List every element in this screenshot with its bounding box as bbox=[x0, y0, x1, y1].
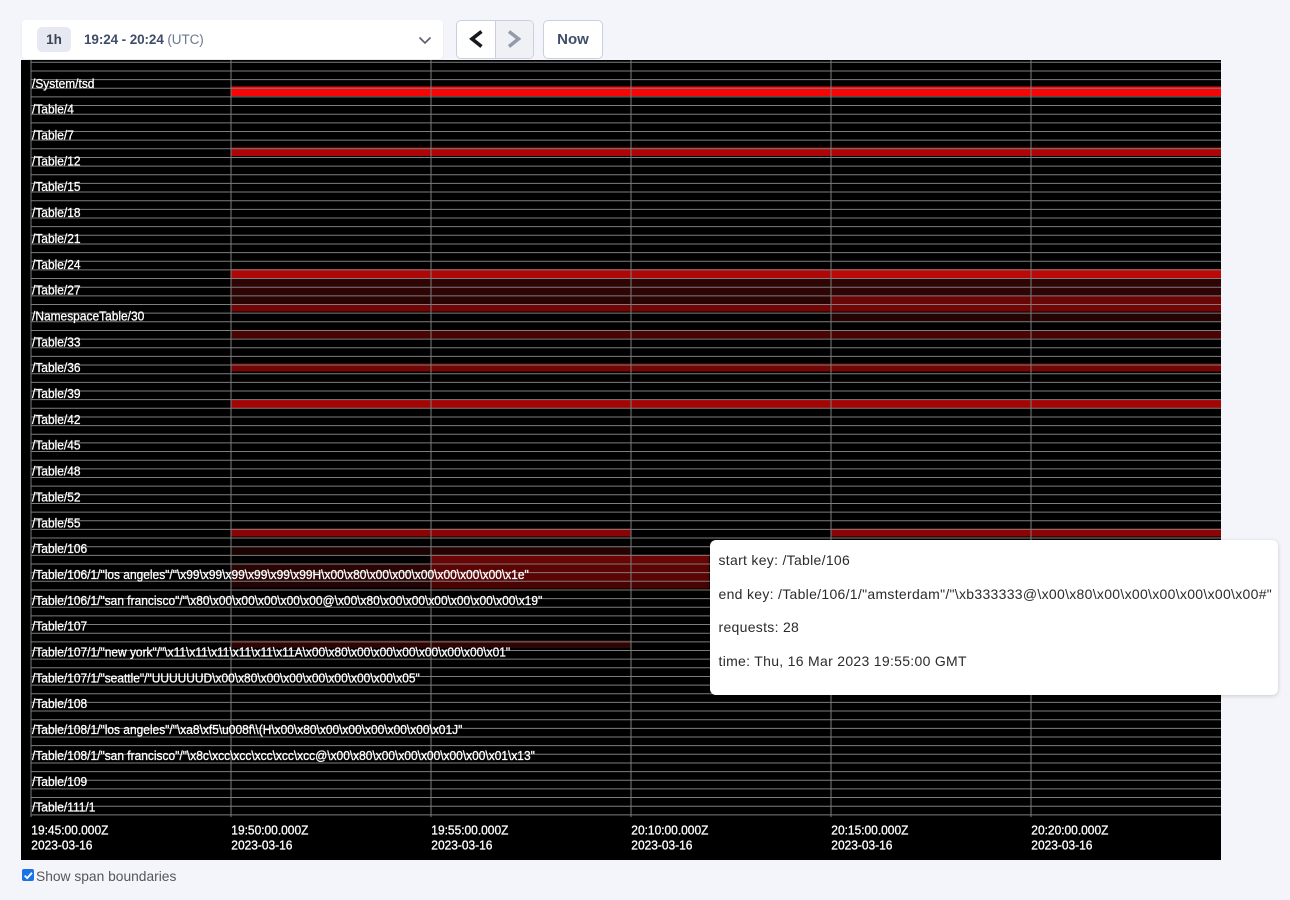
svg-text:2023-03-16: 2023-03-16 bbox=[31, 838, 92, 853]
svg-text:19:55:00.000Z: 19:55:00.000Z bbox=[431, 823, 508, 838]
svg-text:/Table/106/1/"san francisco"/": /Table/106/1/"san francisco"/"\x80\x00\x… bbox=[32, 593, 542, 608]
svg-text:20:20:00.000Z: 20:20:00.000Z bbox=[1031, 823, 1108, 838]
svg-text:/System/tsd: /System/tsd bbox=[32, 76, 94, 91]
svg-text:/Table/108/1/"san francisco"/": /Table/108/1/"san francisco"/"\x8c\xcc\x… bbox=[32, 748, 535, 763]
svg-text:/NamespaceTable/30: /NamespaceTable/30 bbox=[32, 309, 144, 324]
svg-text:/Table/106/1/"los angeles"/"\x: /Table/106/1/"los angeles"/"\x99\x99\x99… bbox=[32, 568, 529, 583]
svg-text:/Table/48: /Table/48 bbox=[32, 464, 81, 479]
svg-text:2023-03-16: 2023-03-16 bbox=[1031, 838, 1092, 853]
svg-text:/Table/55: /Table/55 bbox=[32, 516, 81, 531]
svg-text:/Table/7: /Table/7 bbox=[32, 128, 74, 143]
svg-text:/Table/27: /Table/27 bbox=[32, 283, 81, 298]
svg-text:2023-03-16: 2023-03-16 bbox=[831, 838, 892, 853]
svg-text:/Table/107/1/"seattle"/"UUUUUU: /Table/107/1/"seattle"/"UUUUUUD\x00\x80\… bbox=[32, 671, 420, 686]
svg-text:/Table/42: /Table/42 bbox=[32, 412, 81, 427]
svg-text:2023-03-16: 2023-03-16 bbox=[431, 838, 492, 853]
svg-text:/Table/107/1/"new york"/"\x11\: /Table/107/1/"new york"/"\x11\x11\x11\x1… bbox=[32, 645, 510, 660]
svg-text:20:15:00.000Z: 20:15:00.000Z bbox=[831, 823, 908, 838]
svg-text:/Table/21: /Table/21 bbox=[32, 231, 81, 246]
svg-text:2023-03-16: 2023-03-16 bbox=[631, 838, 692, 853]
svg-text:/Table/12: /Table/12 bbox=[32, 154, 81, 169]
svg-text:/Table/33: /Table/33 bbox=[32, 335, 81, 350]
svg-text:/Table/45: /Table/45 bbox=[32, 438, 81, 453]
svg-text:/Table/109: /Table/109 bbox=[32, 774, 87, 789]
svg-text:/Table/4: /Table/4 bbox=[32, 102, 74, 117]
svg-text:/Table/111/1: /Table/111/1 bbox=[32, 800, 95, 815]
svg-text:/Table/39: /Table/39 bbox=[32, 387, 81, 402]
svg-text:/Table/106: /Table/106 bbox=[32, 542, 87, 557]
svg-text:19:45:00.000Z: 19:45:00.000Z bbox=[31, 823, 108, 838]
svg-text:/Table/18: /Table/18 bbox=[32, 206, 81, 221]
svg-text:/Table/107: /Table/107 bbox=[32, 619, 87, 634]
svg-text:/Table/15: /Table/15 bbox=[32, 180, 81, 195]
svg-text:/Table/52: /Table/52 bbox=[32, 490, 81, 505]
svg-text:19:50:00.000Z: 19:50:00.000Z bbox=[231, 823, 308, 838]
svg-text:/Table/108: /Table/108 bbox=[32, 697, 87, 712]
svg-text:/Table/108/1/"los angeles"/"\x: /Table/108/1/"los angeles"/"\xa8\xf5\u00… bbox=[32, 723, 462, 738]
svg-text:/Table/36: /Table/36 bbox=[32, 361, 81, 376]
svg-text:2023-03-16: 2023-03-16 bbox=[231, 838, 292, 853]
svg-text:/Table/24: /Table/24 bbox=[32, 257, 81, 272]
svg-text:20:10:00.000Z: 20:10:00.000Z bbox=[631, 823, 708, 838]
